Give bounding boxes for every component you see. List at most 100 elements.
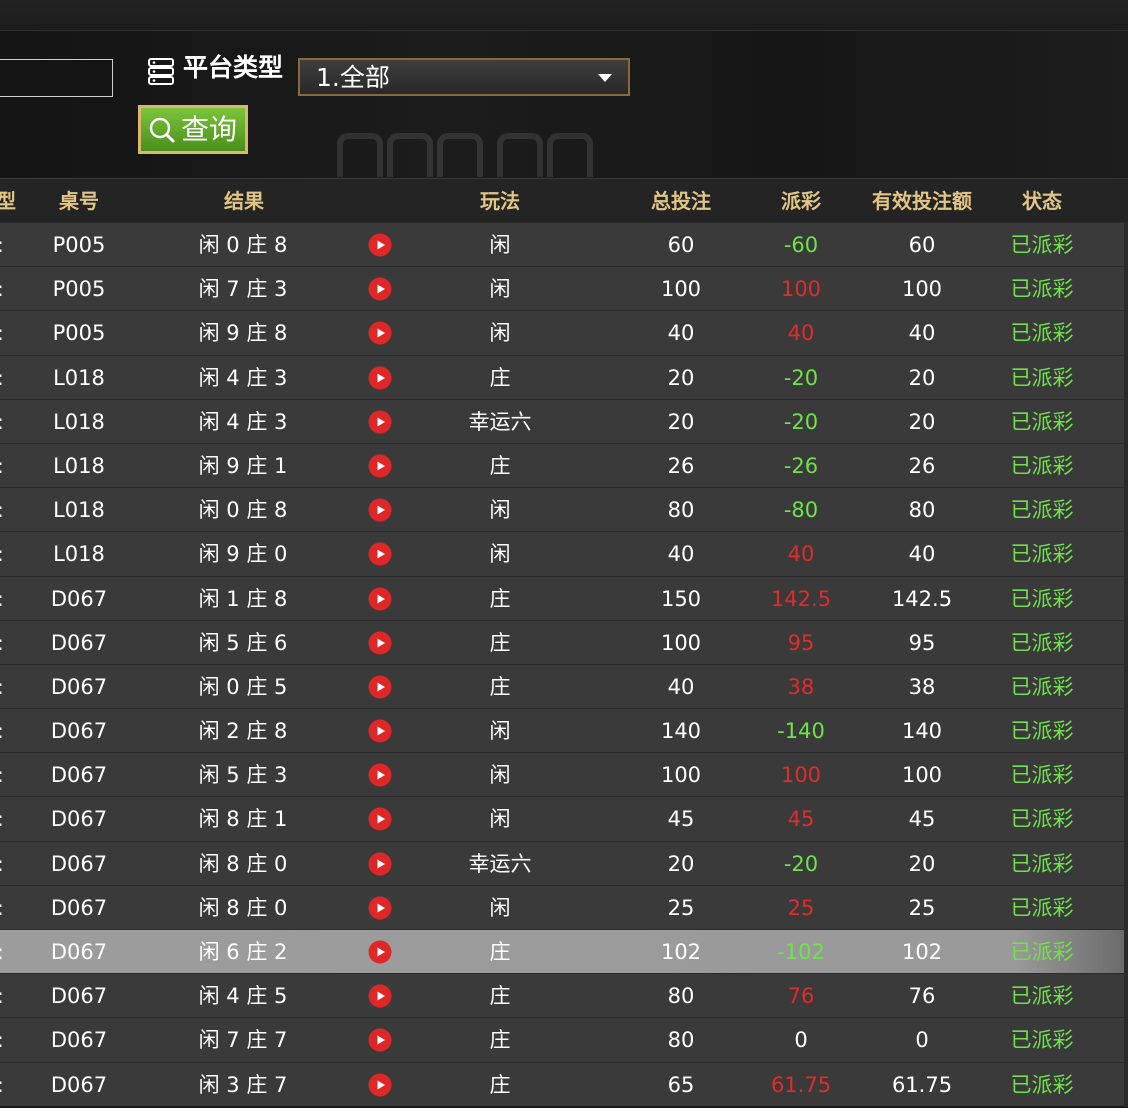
bet-record-table: : P005 闲 0 庄 8 闲 60 -60 60 已派彩 : P005 闲 … — [0, 222, 1128, 1107]
table-header: 型 桌号 结果 玩法 总投注 派彩 有效投注额 状态 — [0, 178, 1128, 223]
play-video-icon[interactable] — [368, 277, 392, 301]
play-type-cell: 庄 — [489, 1028, 511, 1053]
row-edge — [1124, 753, 1128, 798]
table-row: : D067 闲 8 庄 0 闲 25 25 25 已派彩 — [0, 884, 1128, 930]
play-video-icon[interactable] — [368, 410, 392, 434]
platform-type-value: 1.全部 — [316, 63, 390, 92]
table-number-cell: D067 — [50, 940, 108, 964]
row-edge — [1124, 1018, 1128, 1063]
play-video-icon[interactable] — [368, 321, 392, 345]
table-row: : P005 闲 7 庄 3 闲 100 100 100 已派彩 — [0, 266, 1128, 312]
table-number-cell: L018 — [53, 453, 105, 478]
play-type-cell: 幸运六 — [468, 851, 532, 876]
table-row: : D067 闲 6 庄 2 庄 102 -102 102 已派彩 — [0, 929, 1128, 974]
valid-bet-cell: 20 — [908, 409, 936, 434]
type-cell-fragment: : — [0, 532, 5, 576]
type-cell-fragment: : — [0, 400, 5, 444]
table-number-cell: P005 — [52, 321, 106, 346]
status-cell: 已派彩 — [1010, 1028, 1074, 1053]
chevron-down-icon — [598, 74, 612, 82]
table-number-cell: D067 — [50, 1028, 108, 1053]
status-cell: 已派彩 — [1010, 630, 1074, 655]
play-video-icon[interactable] — [368, 763, 392, 787]
status-cell: 已派彩 — [1010, 453, 1074, 478]
result-cell: 闲 7 庄 7 — [198, 1028, 288, 1053]
valid-bet-cell: 45 — [908, 807, 936, 832]
valid-bet-cell: 102 — [901, 940, 943, 964]
valid-bet-cell: 40 — [908, 321, 936, 346]
play-video-icon[interactable] — [368, 896, 392, 920]
query-button[interactable]: 查询 — [138, 105, 248, 154]
play-video-icon[interactable] — [368, 631, 392, 655]
row-edge — [1124, 399, 1128, 444]
table-number-cell: L018 — [53, 409, 105, 434]
type-cell-fragment: : — [0, 709, 5, 753]
result-cell: 闲 8 庄 1 — [198, 807, 288, 832]
table-number-cell: D067 — [50, 674, 108, 699]
play-video-icon[interactable] — [368, 940, 392, 964]
play-type-cell: 庄 — [489, 586, 511, 611]
play-video-icon[interactable] — [368, 1073, 392, 1097]
valid-bet-cell: 60 — [908, 233, 936, 257]
status-cell: 已派彩 — [1010, 763, 1074, 788]
play-video-icon[interactable] — [368, 1028, 392, 1052]
payout-cell: -20 — [783, 409, 819, 434]
table-row: : D067 闲 0 庄 5 庄 40 38 38 已派彩 — [0, 663, 1128, 709]
result-cell: 闲 4 庄 3 — [198, 365, 288, 390]
result-cell: 闲 9 庄 1 — [198, 453, 288, 478]
platform-type-select[interactable]: 1.全部 — [298, 58, 630, 96]
payout-cell: 40 — [787, 321, 815, 346]
play-video-icon[interactable] — [368, 498, 392, 522]
play-video-icon[interactable] — [368, 675, 392, 699]
table-row: : D067 闲 5 庄 3 闲 100 100 100 已派彩 — [0, 752, 1128, 798]
total-bet-cell: 20 — [667, 851, 695, 876]
valid-bet-cell: 100 — [901, 277, 943, 302]
result-cell: 闲 5 庄 3 — [198, 763, 288, 788]
total-bet-cell: 102 — [660, 940, 702, 964]
result-cell: 闲 0 庄 5 — [198, 674, 288, 699]
valid-bet-cell: 76 — [908, 984, 936, 1009]
play-video-icon[interactable] — [368, 852, 392, 876]
table-number-cell: P005 — [52, 277, 106, 302]
payout-cell: -20 — [783, 851, 819, 876]
play-video-icon[interactable] — [368, 587, 392, 611]
play-video-icon[interactable] — [368, 719, 392, 743]
result-cell: 闲 0 庄 8 — [198, 233, 288, 257]
payout-cell: 61.75 — [770, 1072, 832, 1097]
play-video-icon[interactable] — [368, 233, 392, 257]
payout-cell: -20 — [783, 365, 819, 390]
row-edge — [1124, 841, 1128, 886]
search-icon — [149, 117, 175, 143]
table-number-cell: D067 — [50, 763, 108, 788]
type-cell-fragment: : — [0, 753, 5, 797]
valid-bet-cell: 26 — [908, 453, 936, 478]
total-bet-cell: 26 — [667, 453, 695, 478]
play-type-cell: 幸运六 — [468, 409, 532, 434]
result-cell: 闲 0 庄 8 — [198, 498, 288, 523]
table-number-cell: D067 — [50, 1072, 108, 1097]
play-video-icon[interactable] — [368, 366, 392, 390]
result-cell: 闲 8 庄 0 — [198, 851, 288, 876]
play-type-cell: 闲 — [489, 321, 511, 346]
type-cell-fragment: : — [0, 974, 5, 1018]
row-edge — [1124, 267, 1128, 312]
play-type-cell: 闲 — [489, 895, 511, 920]
total-bet-cell: 80 — [667, 1028, 695, 1053]
type-cell-fragment: : — [0, 621, 5, 665]
play-video-icon[interactable] — [368, 984, 392, 1008]
type-cell-fragment: : — [0, 488, 5, 532]
result-cell: 闲 3 庄 7 — [198, 1072, 288, 1097]
play-video-icon[interactable] — [368, 807, 392, 831]
play-video-icon[interactable] — [368, 454, 392, 478]
row-edge — [1124, 532, 1128, 577]
total-bet-cell: 80 — [667, 498, 695, 523]
row-edge — [1124, 974, 1128, 1019]
result-cell: 闲 6 庄 2 — [198, 940, 288, 964]
valid-bet-cell: 142.5 — [891, 586, 953, 611]
search-input[interactable] — [0, 59, 113, 97]
valid-bet-cell: 25 — [908, 895, 936, 920]
total-bet-cell: 140 — [660, 719, 702, 744]
header-payout: 派彩 — [781, 189, 821, 213]
play-video-icon[interactable] — [368, 542, 392, 566]
status-cell: 已派彩 — [1010, 277, 1074, 302]
